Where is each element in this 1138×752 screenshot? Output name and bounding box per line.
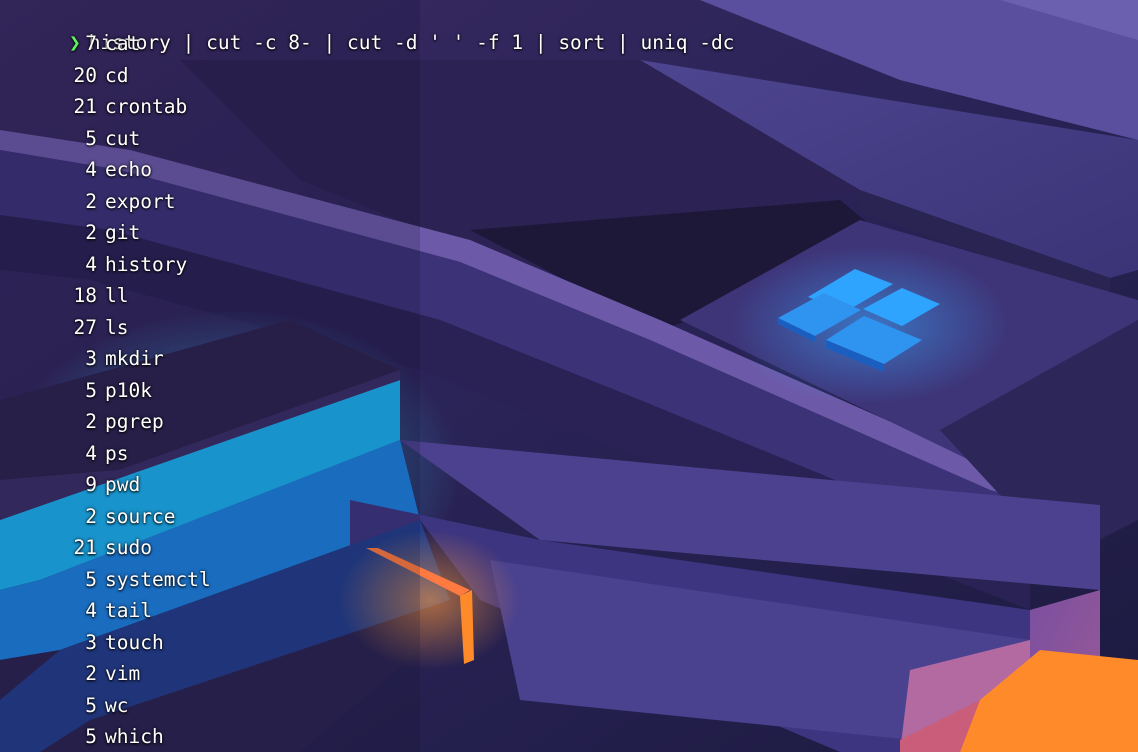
- command-line: ❯ history | cut -c 8- | cut -d ' ' -f 1 |…: [22, 1, 734, 54]
- output-line: 2 export: [0, 187, 175, 217]
- output-count: 2: [85, 505, 97, 528]
- output-count: 4: [85, 599, 97, 622]
- output-line: 2 pgrep: [0, 407, 164, 437]
- output-command: p10k: [105, 379, 152, 402]
- output-count: 5: [85, 127, 97, 150]
- output-command: touch: [105, 631, 164, 654]
- output-line: 3 mkdir: [0, 344, 164, 374]
- output-command: pwd: [105, 473, 141, 496]
- output-line: 5 wc: [0, 691, 128, 721]
- output-command: export: [105, 190, 176, 213]
- output-count: 20: [73, 64, 97, 87]
- output-count: 5: [85, 694, 97, 717]
- output-command: wc: [105, 694, 129, 717]
- output-command: systemctl: [105, 568, 211, 591]
- output-line: 5 cut: [0, 124, 140, 154]
- output-count: 5: [85, 568, 97, 591]
- output-line: 4 ps: [0, 439, 128, 469]
- output-count: 27: [73, 316, 97, 339]
- output-line: 5 p10k: [0, 376, 152, 406]
- output-command: history: [105, 253, 188, 276]
- output-count: 4: [85, 442, 97, 465]
- output-count: 21: [73, 536, 97, 559]
- output-count: 21: [73, 95, 97, 118]
- output-command: crontab: [105, 95, 188, 118]
- output-command: cd: [105, 64, 129, 87]
- output-line: 2 vim: [0, 659, 140, 689]
- output-line: 18 ll: [0, 281, 129, 311]
- output-count: 5: [85, 379, 97, 402]
- output-count: 4: [85, 253, 97, 276]
- output-line: 2 git: [0, 218, 140, 248]
- output-count: 7: [85, 32, 97, 55]
- output-count: 2: [85, 190, 97, 213]
- output-count: 3: [85, 347, 97, 370]
- output-command: vim: [105, 662, 141, 685]
- output-line: 2 source: [0, 502, 175, 532]
- output-command: echo: [105, 158, 152, 181]
- output-command: git: [105, 221, 141, 244]
- output-count: 2: [85, 662, 97, 685]
- output-command: cut: [105, 127, 141, 150]
- output-line: 20 cd: [0, 61, 129, 91]
- output-command: tail: [105, 599, 152, 622]
- output-count: 3: [85, 631, 97, 654]
- output-line: 3 touch: [0, 628, 164, 658]
- output-line: 7 cat: [0, 29, 140, 59]
- output-command: ps: [105, 442, 129, 465]
- output-line: 21 sudo: [0, 533, 152, 563]
- output-count: 2: [85, 410, 97, 433]
- output-command: sudo: [105, 536, 152, 559]
- output-line: 9 pwd: [0, 470, 140, 500]
- output-command: ll: [105, 284, 129, 307]
- output-line: 4 history: [0, 250, 187, 280]
- output-count: 18: [73, 284, 97, 307]
- output-count: 9: [85, 473, 97, 496]
- output-command: ls: [105, 316, 129, 339]
- output-line: 4 echo: [0, 155, 152, 185]
- output-command: source: [105, 505, 176, 528]
- output-line: 5 which: [0, 722, 164, 752]
- output-count: 4: [85, 158, 97, 181]
- output-count: 5: [85, 725, 97, 748]
- output-command: pgrep: [105, 410, 164, 433]
- output-count: 2: [85, 221, 97, 244]
- output-command: cat: [105, 32, 141, 55]
- output-line: 5 systemctl: [0, 565, 211, 595]
- output-command: which: [105, 725, 164, 748]
- output-line: 4 tail: [0, 596, 152, 626]
- output-line: 21 crontab: [0, 92, 188, 122]
- terminal-window[interactable]: ❯ history | cut -c 8- | cut -d ' ' -f 1 |…: [0, 0, 1138, 752]
- output-command: mkdir: [105, 347, 164, 370]
- command-text: history | cut -c 8- | cut -d ' ' -f 1 | …: [88, 31, 735, 54]
- output-line: 27 ls: [0, 313, 129, 343]
